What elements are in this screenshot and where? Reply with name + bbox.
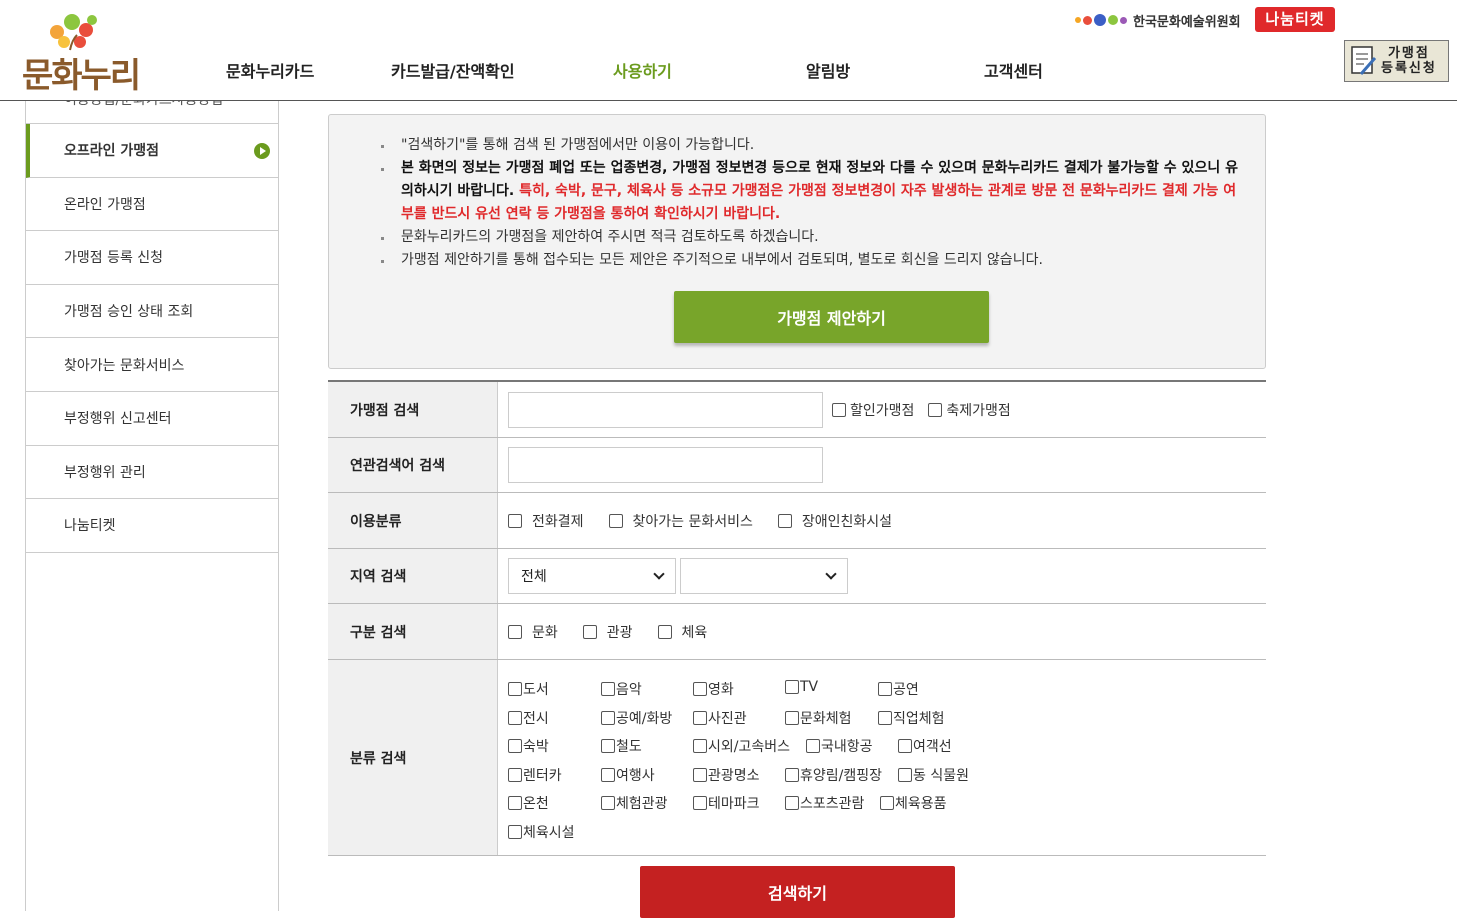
notice-list: "검색하기"를 통해 검색 된 가맹점에서만 이용이 가능합니다. 본 화면의 … <box>381 134 1241 272</box>
nav-customer-center[interactable]: 고객센터 <box>984 58 1043 82</box>
sidebar-item-nanum-ticket[interactable]: 나눔티켓 <box>26 499 278 553</box>
store-search-input[interactable] <box>508 391 823 428</box>
arts-council-name: 한국문화예술위원회 <box>1133 14 1241 30</box>
category-checkbox[interactable]: 시외/고속버스 <box>693 736 790 756</box>
category-label: 분류 검색 <box>328 660 498 855</box>
search-form: 가맹점 검색 할인가맹점 축제가맹점 연관검색어 검색 이용분류 전화결제 찾아… <box>328 380 1266 856</box>
arts-council-logo[interactable]: 한국문화예술위원회 <box>1075 8 1241 32</box>
notice-line-3: 문화누리카드의 가맹점을 제안하여 주시면 적극 검토하도록 하겠습니다. <box>381 226 1241 249</box>
category-checkbox[interactable]: 영화 <box>693 679 734 699</box>
category-checkbox[interactable]: 렌터카 <box>508 765 562 785</box>
region-sub-select[interactable] <box>680 558 848 594</box>
category-checkbox[interactable]: TV <box>785 679 818 695</box>
sidebar-item-fraud-report[interactable]: 부정행위 신고센터 <box>26 392 278 446</box>
category-checkbox[interactable]: 휴양림/캠핑장 <box>785 765 882 785</box>
row-store-search: 가맹점 검색 할인가맹점 축제가맹점 <box>328 382 1266 438</box>
row-type: 구분 검색 문화 관광 체육 <box>328 604 1266 660</box>
region-select[interactable]: 전체 <box>508 558 676 594</box>
store-search-label: 가맹점 검색 <box>328 382 498 437</box>
category-checkbox[interactable]: 체험관광 <box>601 793 668 813</box>
category-checkbox[interactable]: 체육시설 <box>508 822 575 842</box>
category-checkbox[interactable]: 체육용품 <box>880 793 947 813</box>
row-related-search: 연관검색어 검색 <box>328 438 1266 493</box>
logo-text: 문화누리 <box>22 56 141 96</box>
category-checkbox[interactable]: 온천 <box>508 793 549 813</box>
row-usage: 이용분류 전화결제 찾아가는 문화서비스 장애인친화시설 <box>328 493 1266 549</box>
site-header: 문화누리 문화누리카드 카드발급/잔액확인 사용하기 알림방 고객센터 한국문화… <box>0 0 1457 101</box>
type-label: 구분 검색 <box>328 604 498 659</box>
arrow-right-icon <box>254 143 270 159</box>
category-checkbox[interactable]: 공연 <box>878 679 919 699</box>
sidebar-item-cut[interactable]: 이용방법/문화카드사용방법 <box>26 101 278 124</box>
tourism-checkbox[interactable]: 관광 <box>582 622 633 642</box>
category-checkbox[interactable]: 전시 <box>508 708 549 728</box>
sidebar-item-fraud-manage[interactable]: 부정행위 관리 <box>26 446 278 500</box>
sidebar: 이용방법/문화카드사용방법 오프라인 가맹점 온라인 가맹점 가맹점 등록 신청… <box>25 101 279 911</box>
category-checkbox[interactable]: 여행사 <box>601 765 655 785</box>
category-checkbox[interactable]: 문화체험 <box>785 708 852 728</box>
register-line2: 등록신청 <box>1381 61 1437 76</box>
document-pen-icon <box>1351 46 1377 75</box>
festival-store-checkbox[interactable]: 축제가맹점 <box>928 400 1011 420</box>
category-checkbox[interactable]: 철도 <box>601 736 642 756</box>
category-checkbox[interactable]: 도서 <box>508 679 549 699</box>
category-checkbox[interactable]: 숙박 <box>508 736 549 756</box>
sidebar-item-online-store[interactable]: 온라인 가맹점 <box>26 178 278 232</box>
notice-line-2-red: 특히, 숙박, 문구, 체육사 등 소규모 가맹점은 가맹점 정보변경이 자주 … <box>401 183 1237 222</box>
sidebar-item-store-register[interactable]: 가맹점 등록 신청 <box>26 231 278 285</box>
category-grid: 도서 음악 영화 TV 공연 전시 공예/화방 사진관 문화체험 직업체험 숙박… <box>498 661 1266 855</box>
chevron-down-icon <box>653 568 665 580</box>
suggest-store-button[interactable]: 가맹점 제안하기 <box>674 291 989 343</box>
nav-usage[interactable]: 사용하기 <box>613 58 672 82</box>
nav-card-issue[interactable]: 카드발급/잔액확인 <box>391 58 515 82</box>
related-search-input[interactable] <box>508 447 823 483</box>
nav-notice[interactable]: 알림방 <box>806 58 850 82</box>
notice-line-2: 본 화면의 정보는 가맹점 폐업 또는 업종변경, 가맹점 정보변경 등으로 현… <box>381 157 1241 226</box>
sidebar-item-approval-status[interactable]: 가맹점 승인 상태 조회 <box>26 285 278 339</box>
related-search-label: 연관검색어 검색 <box>328 438 498 492</box>
sidebar-item-visiting-service[interactable]: 찾아가는 문화서비스 <box>26 338 278 392</box>
category-checkbox[interactable]: 국내항공 <box>806 736 873 756</box>
accessible-facility-checkbox[interactable]: 장애인친화시설 <box>777 511 892 531</box>
arts-council-dots-icon <box>1075 14 1127 26</box>
region-label: 지역 검색 <box>328 549 498 603</box>
category-checkbox[interactable]: 음악 <box>601 679 642 699</box>
notice-line-1: "검색하기"를 통해 검색 된 가맹점에서만 이용이 가능합니다. <box>381 134 1241 157</box>
phone-payment-checkbox[interactable]: 전화결제 <box>508 511 584 531</box>
row-region: 지역 검색 전체 <box>328 549 1266 604</box>
category-checkbox[interactable]: 스포츠관람 <box>785 793 864 813</box>
category-checkbox[interactable]: 직업체험 <box>878 708 945 728</box>
culture-checkbox[interactable]: 문화 <box>508 622 558 642</box>
sidebar-item-offline-store[interactable]: 오프라인 가맹점 <box>26 124 278 178</box>
row-category: 분류 검색 도서 음악 영화 TV 공연 전시 공예/화방 사진관 문화체험 직… <box>328 660 1266 856</box>
discount-store-checkbox[interactable]: 할인가맹점 <box>832 400 914 420</box>
notice-line-4: 가맹점 제안하기를 통해 접수되는 모든 제안은 주기적으로 내부에서 검토되며… <box>381 249 1241 272</box>
category-checkbox[interactable]: 여객선 <box>898 736 952 756</box>
search-button[interactable]: 검색하기 <box>640 866 955 918</box>
store-register-button[interactable]: 가맹점 등록신청 <box>1344 40 1449 82</box>
category-checkbox[interactable]: 사진관 <box>693 708 747 728</box>
nanum-ticket-logo[interactable]: 나눔티켓 <box>1255 7 1335 32</box>
site-logo[interactable]: 문화누리 <box>22 10 152 96</box>
visiting-service-checkbox[interactable]: 찾아가는 문화서비스 <box>608 511 753 531</box>
category-checkbox[interactable]: 공예/화방 <box>601 708 672 728</box>
category-checkbox[interactable]: 관광명소 <box>693 765 760 785</box>
category-checkbox[interactable]: 동 식물원 <box>898 765 969 785</box>
nav-munhwa-card[interactable]: 문화누리카드 <box>226 58 314 82</box>
usage-label: 이용분류 <box>328 493 498 548</box>
sports-checkbox[interactable]: 체육 <box>657 622 707 642</box>
chevron-down-icon <box>825 568 837 580</box>
register-line1: 가맹점 <box>1387 46 1430 61</box>
category-checkbox[interactable]: 테마파크 <box>693 793 760 813</box>
notice-box: "검색하기"를 통해 검색 된 가맹점에서만 이용이 가능합니다. 본 화면의 … <box>328 114 1266 369</box>
